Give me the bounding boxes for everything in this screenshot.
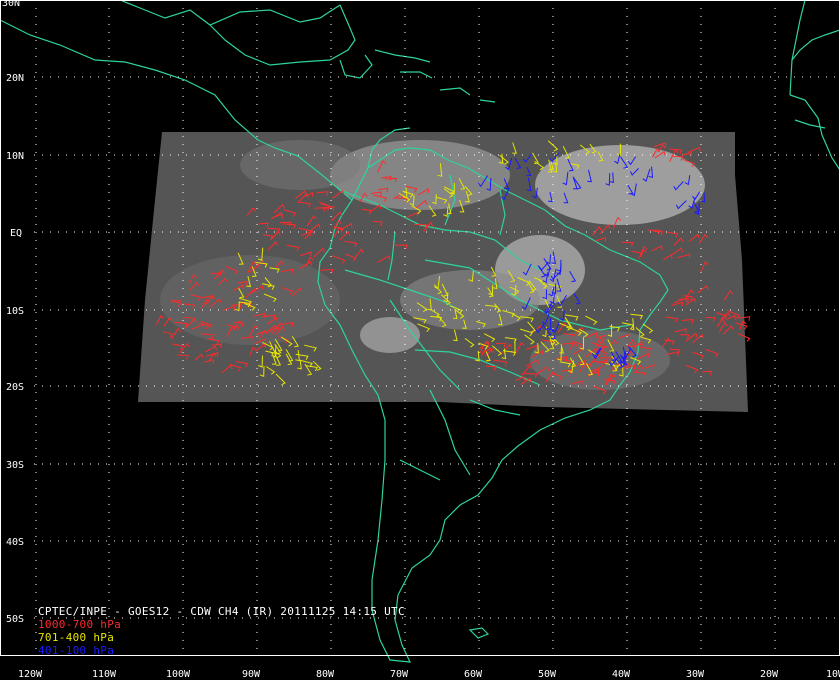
lon-label: 10W <box>826 669 840 680</box>
lon-label: 90W <box>242 669 261 680</box>
lon-label: 120W <box>18 669 43 680</box>
lon-label: 100W <box>166 669 191 680</box>
lon-label: 20W <box>760 669 779 680</box>
legend-label-high-level: 401-100 hPa <box>38 644 115 657</box>
satellite-image-swath <box>138 132 748 412</box>
lat-label: 20N <box>6 73 24 84</box>
lat-label: 30N <box>2 0 20 9</box>
lat-label: 10N <box>6 151 24 162</box>
lon-label: 110W <box>92 669 117 680</box>
lon-label: 60W <box>464 669 483 680</box>
lat-label: 50S <box>6 614 24 625</box>
lon-label: 70W <box>390 669 409 680</box>
satellite-wind-map: 30N 20N 10N EQ 10S 20S 30S 40S 50S 120W … <box>0 0 840 680</box>
lat-label: 40S <box>6 537 24 548</box>
lat-label: 20S <box>6 382 24 393</box>
lon-label: 30W <box>686 669 705 680</box>
map-caption-title: CPTEC/INPE - GOES12 - CDW CH4 (IR) 20111… <box>38 605 405 618</box>
lat-label: 10S <box>6 306 24 317</box>
lat-label: 30S <box>6 460 24 471</box>
lon-label: 80W <box>316 669 335 680</box>
legend-label-mid-level: 701-400 hPa <box>38 631 115 644</box>
lon-label: 40W <box>612 669 631 680</box>
lon-label: 50W <box>538 669 557 680</box>
lat-label: EQ <box>10 228 22 239</box>
legend-label-low-level: 1000-700 hPa <box>38 618 122 631</box>
